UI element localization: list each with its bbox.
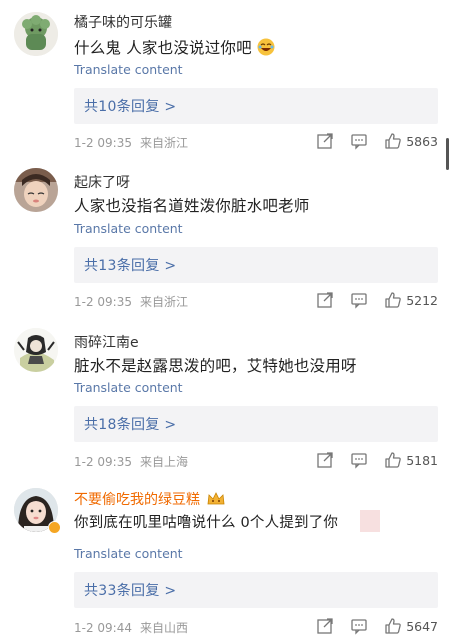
comment-meta: 1-2 09:35 来自上海 — [74, 453, 188, 470]
like-count: 5212 — [406, 292, 438, 308]
username[interactable]: 雨碎江南e — [74, 332, 139, 352]
thumbs-up-icon[interactable] — [384, 291, 402, 309]
location: 来自浙江 — [140, 295, 189, 309]
comment-actions: 5863 — [300, 132, 438, 150]
replies-label: 共18条回复 > — [84, 417, 177, 433]
comment-text: 你到底在叽里咕噜说什么 0个人提到了你 — [74, 515, 339, 531]
translate-link[interactable]: Translate content — [74, 380, 183, 395]
timestamp: 1-2 09:35 — [74, 136, 132, 150]
comment-text-content: 什么鬼 人家也没说过你吧 — [74, 39, 252, 57]
like-count: 5863 — [406, 133, 438, 149]
comment-item: 起床了呀 人家也没指名道姓泼你脏水吧老师 Translate content 共… — [0, 160, 452, 320]
avatar[interactable] — [14, 168, 58, 212]
share-icon[interactable] — [316, 451, 334, 469]
comment-meta: 1-2 09:35 来自浙江 — [74, 134, 188, 151]
thumbs-up-icon[interactable] — [384, 617, 402, 635]
comment-text: 脏水不是赵露思泼的吧，艾特她也没用呀 — [74, 357, 357, 375]
translate-link[interactable]: Translate content — [74, 62, 183, 77]
verified-badge-icon — [48, 521, 61, 534]
comment-actions: 5181 — [300, 451, 438, 469]
crown-icon — [206, 491, 226, 507]
comment-item: 雨碎江南e 脏水不是赵露思泼的吧，艾特她也没用呀 Translate conte… — [0, 320, 452, 480]
location: 来自上海 — [140, 455, 189, 469]
text-highlight-bar — [360, 510, 380, 532]
username[interactable]: 起床了呀 — [74, 172, 130, 192]
comment-meta: 1-2 09:35 来自浙江 — [74, 293, 188, 310]
comment-icon[interactable] — [350, 291, 368, 309]
share-icon[interactable] — [316, 617, 334, 635]
comment-text: 什么鬼 人家也没说过你吧 — [74, 36, 275, 58]
timestamp: 1-2 09:44 — [74, 621, 132, 635]
replies-button[interactable]: 共13条回复 > — [74, 247, 438, 283]
thumbs-up-icon[interactable] — [384, 451, 402, 469]
replies-label: 共10条回复 > — [84, 99, 177, 115]
avatar[interactable] — [14, 328, 58, 372]
replies-button[interactable]: 共10条回复 > — [74, 88, 438, 124]
comment-meta: 1-2 09:44 来自山西 — [74, 619, 188, 636]
comment-icon[interactable] — [350, 617, 368, 635]
replies-button[interactable]: 共18条回复 > — [74, 406, 438, 442]
replies-label: 共33条回复 > — [84, 583, 177, 599]
location: 来自浙江 — [140, 136, 189, 150]
like-count: 5181 — [406, 452, 438, 468]
translate-link[interactable]: Translate content — [74, 221, 183, 236]
username[interactable]: 不要偷吃我的绿豆糕 — [74, 489, 226, 509]
share-icon[interactable] — [316, 291, 334, 309]
comment-text: 人家也没指名道姓泼你脏水吧老师 — [74, 197, 310, 215]
location: 来自山西 — [140, 621, 189, 635]
comment-item: 不要偷吃我的绿豆糕 你到底在叽里咕噜说什么 0个人提到了你 Translate … — [0, 480, 452, 640]
timestamp: 1-2 09:35 — [74, 455, 132, 469]
thumbs-up-icon[interactable] — [384, 132, 402, 150]
comment-icon[interactable] — [350, 132, 368, 150]
timestamp: 1-2 09:35 — [74, 295, 132, 309]
comment-actions: 5212 — [300, 291, 438, 309]
username-label: 不要偷吃我的绿豆糕 — [74, 492, 200, 508]
username[interactable]: 橘子味的可乐罐 — [74, 12, 172, 32]
comment-icon[interactable] — [350, 451, 368, 469]
avatar[interactable] — [14, 12, 58, 56]
comment-item: 橘子味的可乐罐 什么鬼 人家也没说过你吧 Translate content 共… — [0, 0, 452, 160]
replies-button[interactable]: 共33条回复 > — [74, 572, 438, 608]
laughing-emoji-icon — [257, 38, 275, 56]
translate-link[interactable]: Translate content — [74, 546, 183, 561]
share-icon[interactable] — [316, 132, 334, 150]
replies-label: 共13条回复 > — [84, 258, 177, 274]
like-count: 5647 — [406, 618, 438, 634]
comment-actions: 5647 — [300, 617, 438, 635]
